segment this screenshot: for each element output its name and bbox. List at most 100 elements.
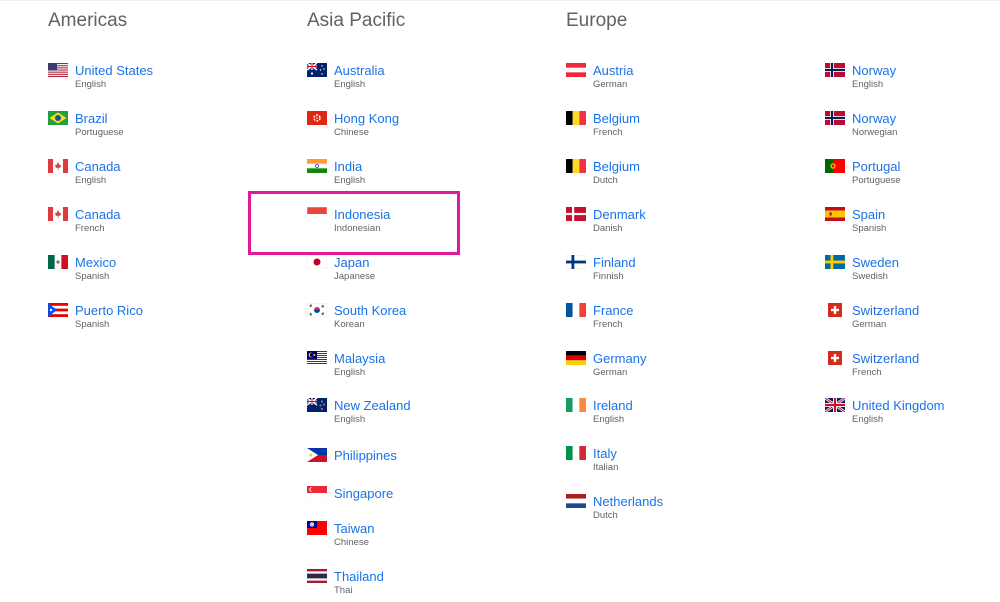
top-divider [0,0,1000,1]
ch-flag-icon [825,303,852,317]
country-name: Mexico [75,255,117,270]
country-link-ireland-english[interactable]: Ireland English [566,398,633,426]
gb-flag-icon [825,398,852,412]
language-name: German [593,367,628,378]
country-name: Indonesia [334,207,391,222]
country-link-switzerland-german[interactable]: Switzerland German [825,303,919,331]
country-name: Switzerland [852,303,920,318]
us-flag-icon [48,63,75,77]
language-name: English [334,414,366,425]
country-link-belgium-french[interactable]: Belgium French [566,111,640,139]
ca-flag-icon [48,207,75,221]
country-link-spain-spanish[interactable]: Spain Spanish [825,207,886,235]
language-name: English [334,175,366,186]
country-link-indonesia-indonesian[interactable]: Indonesia Indonesian [307,207,390,235]
at-flag-icon [566,63,593,77]
nz-flag-icon [307,398,334,412]
country-link-france-french[interactable]: France French [566,303,633,331]
country-name: India [334,159,363,174]
country-link-japan-japanese[interactable]: Japan Japanese [307,255,375,283]
language-name: German [852,319,887,330]
country-name: Ireland [593,398,633,413]
kr-flag-icon [307,303,334,317]
country-link-portugal-portuguese[interactable]: Portugal Portuguese [825,159,901,187]
language-name: Spanish [75,319,110,330]
country-link-india-english[interactable]: India English [307,159,365,187]
country-link-canada-french[interactable]: Canada French [48,207,121,235]
country-link-brazil-portuguese[interactable]: Brazil Portuguese [48,111,124,139]
country-name: Germany [593,351,647,366]
country-link-sweden-swedish[interactable]: Sweden Swedish [825,255,899,283]
jp-flag-icon [307,255,334,269]
language-name: German [593,79,628,90]
language-name: French [593,319,623,330]
country-name: Malaysia [334,351,386,366]
country-link-thailand-thai[interactable]: Thailand Thai [307,569,384,597]
language-name: English [334,367,366,378]
country-link-belgium-dutch[interactable]: Belgium Dutch [566,159,640,187]
country-name: Puerto Rico [75,303,143,318]
country-link-germany-german[interactable]: Germany German [566,351,646,379]
country-link-finland-finnish[interactable]: Finland Finnish [566,255,636,283]
country-name: Norway [852,111,897,126]
country-link-singapore[interactable]: Singapore [307,486,393,501]
language-name: English [334,79,366,90]
language-name: Portuguese [75,127,124,138]
country-name: Spain [852,207,886,222]
country-name: Canada [75,159,121,174]
country-name: Brazil [75,111,108,126]
region-heading: Europe [566,10,628,31]
country-link-canada-english[interactable]: Canada English [48,159,121,187]
country-link-denmark-danish[interactable]: Denmark Danish [566,207,646,235]
country-link-south-korea-korean[interactable]: South Korea Korean [307,303,406,331]
country-name: Japan [334,255,370,270]
language-name: Korean [334,319,365,330]
it-flag-icon [566,446,593,460]
th-flag-icon [307,569,334,583]
no-flag-icon [825,63,852,77]
region-heading: Americas [48,10,128,31]
country-link-italy-italian[interactable]: Italy Italian [566,446,618,474]
country-link-hong-kong-chinese[interactable]: Hong Kong Chinese [307,111,399,139]
no-flag-icon [825,111,852,125]
country-link-australia-english[interactable]: Australia English [307,63,385,91]
language-name: Japanese [334,271,376,282]
country-link-new-zealand-english[interactable]: New Zealand English [307,398,411,426]
country-link-austria-german[interactable]: Austria German [566,63,633,91]
country-link-united-kingdom-english[interactable]: United Kingdom English [825,398,945,426]
country-link-malaysia-english[interactable]: Malaysia English [307,351,385,379]
country-link-norway-english[interactable]: Norway English [825,63,896,91]
country-link-united-states-english[interactable]: United States English [48,63,153,91]
country-name: Hong Kong [334,111,400,126]
hk-flag-icon [307,111,334,125]
country-link-netherlands-dutch[interactable]: Netherlands Dutch [566,494,663,522]
in-flag-icon [307,159,334,173]
es-flag-icon [825,207,852,221]
be-flag-icon [566,111,593,125]
language-name: English [593,414,625,425]
my-flag-icon [307,351,334,365]
ie-flag-icon [566,398,593,412]
country-link-puerto-rico-spanish[interactable]: Puerto Rico Spanish [48,303,143,331]
country-link-mexico-spanish[interactable]: Mexico Spanish [48,255,116,283]
au-flag-icon [307,63,334,77]
language-name: Swedish [852,271,888,282]
country-name: Netherlands [593,494,664,509]
country-name: Canada [75,207,121,222]
language-name: English [75,175,107,186]
country-name: Philippines [334,448,397,463]
ph-flag-icon [307,448,334,462]
nl-flag-icon [566,494,593,508]
fi-flag-icon [566,255,593,269]
country-link-taiwan-chinese[interactable]: Taiwan Chinese [307,521,374,549]
language-name: Italian [593,462,619,473]
country-name: Portugal [852,159,901,174]
country-name: Finland [593,255,636,270]
country-link-norway-norwegian[interactable]: Norway Norwegian [825,111,897,139]
language-name: Chinese [334,537,369,548]
mx-flag-icon [48,255,75,269]
language-name: French [593,127,623,138]
country-link-philippines[interactable]: Philippines [307,448,397,463]
country-link-switzerland-french[interactable]: Switzerland French [825,351,919,379]
country-name: United Kingdom [852,398,945,413]
